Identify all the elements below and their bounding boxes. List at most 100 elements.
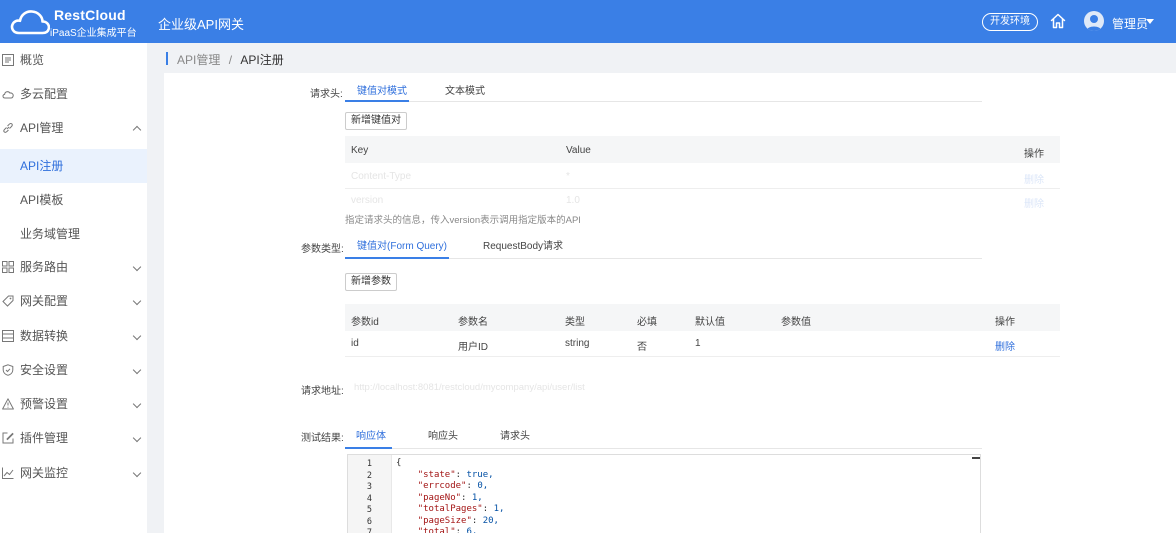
chevron-down-icon (132, 331, 142, 341)
tab-request-body[interactable]: RequestBody请求 (483, 237, 563, 252)
sidebar-item-security[interactable]: 安全设置 (0, 353, 147, 387)
brand-name: RestCloud (54, 7, 126, 23)
add-param-button[interactable]: 新增参数 (345, 273, 397, 291)
breadcrumb-marker (166, 52, 168, 65)
edit-icon (2, 432, 14, 444)
active-tab-indicator (345, 100, 409, 102)
sidebar-item-gateway-monitor[interactable]: 网关监控 (0, 456, 147, 490)
column-param-id: 参数id (351, 317, 379, 328)
request-url-label: 请求地址: (301, 386, 344, 397)
tab-key-value-mode[interactable]: 键值对模式 (357, 82, 407, 97)
sidebar-item-label: 服务路由 (20, 260, 69, 274)
sidebar: 概览 多云配置 API管理 API注册 API模板 业务域管理 服务路由 网关配… (0, 43, 147, 533)
param-default-cell[interactable]: 1 (695, 338, 701, 349)
delete-param-link[interactable]: 删除 (995, 338, 1015, 353)
editor-gutter: 1 2 3 4 5 6 7 (348, 455, 392, 533)
sidebar-item-label: 概览 (20, 53, 45, 67)
tab-response-body[interactable]: 响应体 (356, 427, 386, 442)
header-key-cell[interactable]: Content-Type (351, 171, 411, 182)
sidebar-item-api-register[interactable]: API注册 (0, 149, 147, 183)
param-required-cell[interactable]: 否 (637, 338, 647, 353)
request-headers-label: 请求头: (310, 89, 343, 100)
line-number: 3 (366, 482, 372, 492)
chevron-down-icon (132, 262, 142, 272)
header-key-cell[interactable]: version (351, 195, 383, 206)
breadcrumb: API管理 / API注册 (147, 43, 1176, 73)
param-name-cell[interactable]: 用户ID (458, 338, 488, 353)
code-line: "errcode": 0, (417, 481, 489, 491)
sidebar-item-data-transform[interactable]: 数据转换 (0, 319, 147, 353)
header-value-cell[interactable]: * (566, 171, 570, 182)
line-number: 5 (366, 505, 372, 515)
active-tab-indicator (345, 257, 449, 259)
dashboard-icon (2, 54, 14, 66)
table-row: Content-Type * 删除 (345, 163, 1060, 189)
grid-icon (2, 261, 14, 273)
sidebar-item-multicloud[interactable]: 多云配置 (0, 77, 147, 111)
sidebar-item-service-routing[interactable]: 服务路由 (0, 250, 147, 284)
sidebar-item-label: 网关配置 (20, 294, 69, 308)
sidebar-item-label: 业务域管理 (20, 227, 81, 241)
cloud-icon (2, 91, 14, 99)
avatar[interactable] (1084, 11, 1104, 31)
shield-icon (2, 364, 14, 376)
list-icon (2, 330, 14, 342)
table-row: id 用户ID string 否 1 删除 (345, 331, 1060, 357)
breadcrumb-current: API注册 (240, 53, 284, 67)
sidebar-item-overview[interactable]: 概览 (0, 43, 147, 77)
param-id-cell[interactable]: id (351, 338, 359, 349)
chevron-down-icon (132, 296, 142, 306)
brand-logo[interactable]: RestCloud iPaaS企业集成平台 (10, 5, 150, 39)
column-value: Value (566, 145, 591, 156)
sidebar-item-label: 安全设置 (20, 363, 69, 377)
user-name[interactable]: 管理员 (1112, 15, 1148, 32)
tag-icon (2, 295, 14, 307)
chevron-down-icon (132, 399, 142, 409)
code-line: "totalPages": 1, (417, 504, 505, 514)
request-url-value[interactable]: http://localhost:8081/restcloud/mycompan… (354, 382, 585, 393)
test-result-tabs: 响应体 响应头 请求头 (345, 424, 982, 449)
sidebar-item-api-management[interactable]: API管理 (0, 111, 147, 145)
caret-down-icon[interactable] (1146, 19, 1154, 24)
delete-header-link[interactable]: 删除 (1024, 171, 1044, 186)
line-number: 4 (366, 493, 372, 504)
sidebar-item-alert-settings[interactable]: 预警设置 (0, 387, 147, 421)
breadcrumb-parent[interactable]: API管理 (177, 53, 220, 67)
tab-response-headers[interactable]: 响应头 (428, 427, 458, 442)
environment-badge[interactable]: 开发环境 (982, 13, 1038, 31)
sidebar-item-label: 多云配置 (20, 87, 69, 101)
line-number: 1 (366, 459, 372, 469)
sidebar-item-label: 预警设置 (20, 397, 69, 411)
tab-request-headers[interactable]: 请求头 (500, 427, 530, 442)
tab-form-query[interactable]: 键值对(Form Query) (357, 237, 447, 252)
link-icon (3, 123, 13, 133)
home-icon[interactable] (1049, 12, 1067, 30)
column-param-name: 参数名 (458, 317, 488, 328)
sidebar-item-plugins[interactable]: 插件管理 (0, 421, 147, 455)
brand-subtitle: iPaaS企业集成平台 (50, 28, 137, 39)
code-line: "state": true, (417, 469, 494, 480)
param-type-label: 参数类型: (301, 244, 344, 255)
column-required: 必填 (637, 317, 657, 328)
add-header-button[interactable]: 新增键值对 (345, 112, 407, 130)
params-table-header: 参数id 参数名 类型 必填 默认值 参数值 操作 (345, 304, 1060, 331)
delete-header-link[interactable]: 删除 (1024, 195, 1044, 210)
breadcrumb-separator: / (228, 53, 233, 67)
column-action: 操作 (995, 317, 1015, 328)
line-number: 7 (366, 528, 372, 533)
sidebar-item-label: 插件管理 (20, 431, 69, 445)
tab-text-mode[interactable]: 文本模式 (445, 82, 485, 97)
column-default: 默认值 (695, 317, 725, 328)
headers-table-header: Key Value 操作 (345, 136, 1060, 163)
header-value-cell[interactable]: 1.0 (566, 195, 580, 206)
cloud-logo-icon (10, 10, 50, 35)
column-key: Key (351, 145, 369, 156)
response-code-editor[interactable]: 1 2 3 4 5 6 7 { "state": true, "errcode"… (347, 454, 981, 533)
sidebar-item-label: 数据转换 (20, 329, 69, 343)
sidebar-item-business-domain[interactable]: 业务域管理 (0, 217, 147, 251)
sidebar-item-gateway-config[interactable]: 网关配置 (0, 284, 147, 318)
param-type-cell[interactable]: string (565, 338, 589, 349)
code-line: "pageNo": 1, (417, 492, 483, 503)
sidebar-item-api-template[interactable]: API模板 (0, 183, 147, 217)
headers-mode-tabs: 键值对模式 文本模式 (345, 79, 982, 102)
